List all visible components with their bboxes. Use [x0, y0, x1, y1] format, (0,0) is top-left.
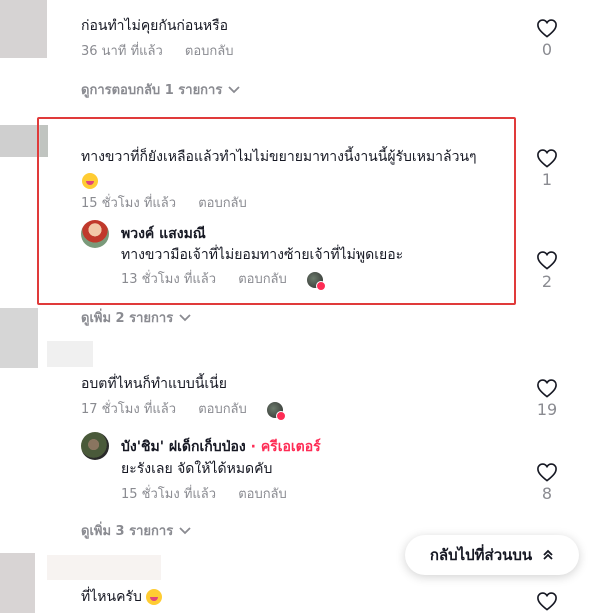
double-chevron-up-icon	[543, 549, 553, 560]
view-more-label: ดูเพิ่ม 3 รายการ	[81, 524, 174, 539]
creator-liked-avatar	[306, 271, 326, 291]
reply-author-name[interactable]: บัง'ชิม' ฝเด็กเก็บป่อง	[121, 439, 246, 455]
back-to-top-button[interactable]: กลับไปที่ส่วนบน	[405, 535, 579, 575]
comment-text: ก่อนทำไม่คุยกันก่อนหรือ	[81, 18, 229, 34]
avatar-overlay	[47, 555, 161, 580]
reply-meta: 13 ชั่วโมง ที่แล้ว ตอบกลับ	[121, 268, 326, 291]
avatar[interactable]	[0, 553, 35, 613]
comment-text: ที่ไหนครับ	[81, 588, 163, 606]
reply-button[interactable]: ตอบกลับ	[198, 402, 247, 417]
comment-time: 15 ชั่วโมง ที่แล้ว	[81, 196, 177, 211]
like-button[interactable]	[527, 591, 567, 611]
comment-time: 36 นาที ที่แล้ว	[81, 44, 163, 59]
like-count: 2	[541, 272, 553, 291]
chevron-down-icon	[179, 526, 191, 534]
laugh-emoji-icon	[82, 170, 98, 189]
heart-icon	[537, 592, 557, 611]
chevron-down-icon	[179, 313, 191, 321]
like-button[interactable]: 19	[527, 378, 567, 419]
comment-text: อบตที่ไหนก็ทำแบบนี้เนี่ย	[81, 376, 227, 392]
view-replies-label: ดูการตอบกลับ 1 รายการ	[81, 83, 223, 98]
comment-time: 17 ชั่วโมง ที่แล้ว	[81, 402, 177, 417]
comment-meta: 15 ชั่วโมง ที่แล้ว ตอบกลับ	[81, 192, 247, 213]
heart-icon	[537, 149, 557, 168]
avatar[interactable]	[0, 125, 40, 157]
comment-meta: 17 ชั่วโมง ที่แล้ว ตอบกลับ	[81, 398, 286, 421]
reply-text: ยะรังเลย จัดให้ได้หมดคับ	[121, 461, 273, 477]
reply-time: 15 ชั่วโมง ที่แล้ว	[121, 487, 217, 502]
like-count: 19	[536, 400, 558, 419]
reply-author: บัง'ชิม' ฝเด็กเก็บป่อง · ครีเอเตอร์	[121, 436, 321, 458]
heart-icon	[537, 379, 557, 398]
creator-liked-avatar	[266, 401, 286, 421]
reply-time: 13 ชั่วโมง ที่แล้ว	[121, 272, 217, 287]
reply-button[interactable]: ตอบกลับ	[185, 44, 234, 59]
view-replies-button[interactable]: ดูการตอบกลับ 1 รายการ	[81, 79, 240, 100]
heart-icon	[537, 463, 557, 482]
reply-button[interactable]: ตอบกลับ	[238, 272, 287, 287]
reply-button[interactable]: ตอบกลับ	[198, 196, 247, 211]
like-count: 8	[541, 484, 553, 503]
view-more-button[interactable]: ดูเพิ่ม 2 รายการ	[81, 307, 191, 328]
back-to-top-label: กลับไปที่ส่วนบน	[429, 546, 533, 564]
avatar[interactable]	[0, 0, 47, 58]
avatar[interactable]	[81, 220, 109, 248]
like-count: 1	[541, 170, 553, 189]
laugh-emoji-icon	[146, 589, 163, 605]
view-more-button[interactable]: ดูเพิ่ม 3 รายการ	[81, 520, 191, 541]
like-count: 0	[541, 40, 553, 59]
heart-icon	[537, 19, 557, 38]
reply-author[interactable]: พวงค์ แสงมณี	[121, 223, 206, 245]
like-button[interactable]: 1	[527, 148, 567, 189]
chevron-down-icon	[228, 85, 240, 93]
like-button[interactable]: 2	[527, 250, 567, 291]
reply-meta: 15 ชั่วโมง ที่แล้ว ตอบกลับ	[121, 483, 287, 504]
avatar[interactable]	[0, 308, 38, 368]
creator-badge: · ครีเอเตอร์	[250, 439, 321, 455]
heart-icon	[537, 251, 557, 270]
reply-button[interactable]: ตอบกลับ	[238, 487, 287, 502]
like-button[interactable]: 0	[527, 18, 567, 59]
avatar[interactable]	[81, 432, 109, 460]
reply-text: ทางขวามือเจ้าที่ไม่ยอมทางซ้ายเจ้าที่ไม่พ…	[121, 247, 404, 263]
comment-meta: 36 นาที ที่แล้ว ตอบกลับ	[81, 40, 234, 61]
view-more-label: ดูเพิ่ม 2 รายการ	[81, 311, 174, 326]
like-button[interactable]: 8	[527, 462, 567, 503]
comment-text: ทางขวาที่ก็ยังเหลือแล้วทำไมไม่ขยายมาทางน…	[81, 149, 477, 165]
avatar-overlay	[47, 341, 93, 367]
